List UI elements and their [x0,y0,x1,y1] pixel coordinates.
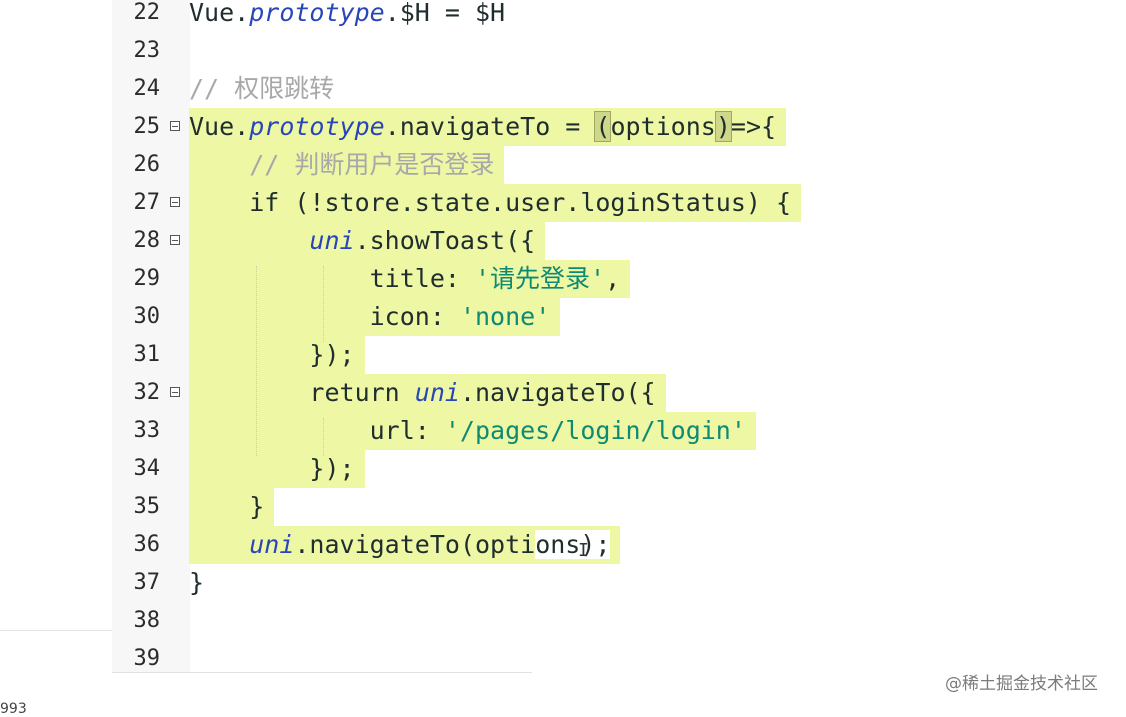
line-number: 34 [133,456,161,481]
code-token: uni [309,226,355,255]
indent-guide [323,418,324,456]
code-token: prototype [249,112,385,141]
code-line[interactable]: 23 [0,32,1126,70]
line-number: 25 [133,114,161,139]
line-number: 37 [133,570,161,595]
line-number: 24 [133,76,161,101]
code-text: url: '/pages/login/login' [189,412,756,450]
line-number: 39 [133,646,161,671]
indent-guide [323,266,324,342]
code-line[interactable]: 33 url: '/pages/login/login' [0,412,1126,450]
indent-guide [256,266,257,456]
code-token: uni [249,530,295,559]
code-text: if (!store.state.user.loginStatus) { [189,184,802,222]
code-line[interactable]: 30 icon: 'none' [0,298,1126,336]
line-number: 36 [133,532,161,557]
line-number: 32 [133,380,161,405]
code-line[interactable]: 22 Vue.prototype.$H = $H [0,0,1126,32]
code-line[interactable]: 36 uni.navigateTo(options); [0,526,1126,564]
code-line[interactable]: 28 uni.showToast({ [0,222,1126,260]
code-text: uni.showToast({ [189,222,546,260]
line-number: 26 [133,152,161,177]
code-token: .navigateTo = [384,112,596,141]
code-line[interactable]: 32 return uni.navigateTo({ [0,374,1126,412]
line-number: 23 [133,38,161,63]
code-line[interactable]: 27 if (!store.state.user.loginStatus) { [0,184,1126,222]
code-token: Vue. [189,112,250,141]
code-line[interactable]: 24 // 权限跳转 [0,70,1126,108]
code-token: uni [414,378,460,407]
line-number: 27 [133,190,161,215]
code-token: url: [189,416,445,445]
code-token: return [189,378,415,407]
code-line[interactable]: 26 // 判断用户是否登录 [0,146,1126,184]
line-number: 33 [133,418,161,443]
code-text: }); [189,336,365,374]
code-token: title: [189,264,475,293]
code-token: if (!store.state.user.loginStatus) { [189,188,792,217]
code-token: icon: [189,302,460,331]
line-number: 30 [133,304,161,329]
code-text: } [189,488,275,526]
line-number: 22 [133,0,161,25]
code-token: } [189,492,265,521]
code-text: // 权限跳转 [189,70,346,108]
code-token: 'none' [459,302,551,331]
code-text: // 判断用户是否登录 [189,146,505,184]
code-token: .navigateTo({ [459,378,656,407]
code-token: }); [189,340,355,369]
code-token: prototype [249,0,385,27]
code-text: Vue.prototype.navigateTo = (options)=>{ [189,108,787,146]
line-number: 35 [133,494,161,519]
fold-toggle-icon[interactable] [170,197,180,207]
fold-toggle-icon[interactable] [170,387,180,397]
code-line[interactable]: 34 }); [0,450,1126,488]
corner-text: 993 [0,701,27,717]
code-token: ons); [535,530,611,559]
line-number: 31 [133,342,161,367]
code-line[interactable]: 35 } [0,488,1126,526]
code-line[interactable]: 38 [0,602,1126,640]
code-text: }); [189,450,365,488]
code-token: =>{ [730,112,777,141]
code-token: , [605,264,621,293]
code-token: options [610,112,716,141]
code-text: icon: 'none' [189,298,561,336]
code-line[interactable]: 37} [0,564,1126,602]
line-number: 38 [133,608,161,633]
line-number: 28 [133,228,161,253]
code-token: ( [594,111,612,142]
text-cursor-icon: I [578,540,589,561]
code-token: Vue. [189,0,250,27]
code-token: .$H = $H [384,0,506,27]
line-number: 29 [133,266,161,291]
code-text: } [189,564,216,602]
fold-toggle-icon[interactable] [170,235,180,245]
code-token: ) [714,111,732,142]
code-line[interactable]: 25 Vue.prototype.navigateTo = (options)=>… [0,108,1126,146]
code-text: uni.navigateTo(options); [189,526,621,564]
code-token: } [189,568,205,597]
code-token: // 权限跳转 [189,74,335,103]
code-line[interactable]: 31 }); [0,336,1126,374]
code-text: return uni.navigateTo({ [189,374,666,412]
code-token: '/pages/login/login' [444,416,746,445]
code-text: Vue.prototype.$H = $H [189,0,517,32]
code-token: // 判断用户是否登录 [189,150,495,179]
code-token: }); [189,454,355,483]
code-token: '请先登录' [474,264,606,293]
code-token: .navigateTo(opti [294,530,536,559]
watermark: @稀土掘金技术社区 [945,674,1098,694]
code-line[interactable]: 29 title: '请先登录', [0,260,1126,298]
fold-toggle-icon[interactable] [170,121,180,131]
code-token: .showToast({ [354,226,536,255]
